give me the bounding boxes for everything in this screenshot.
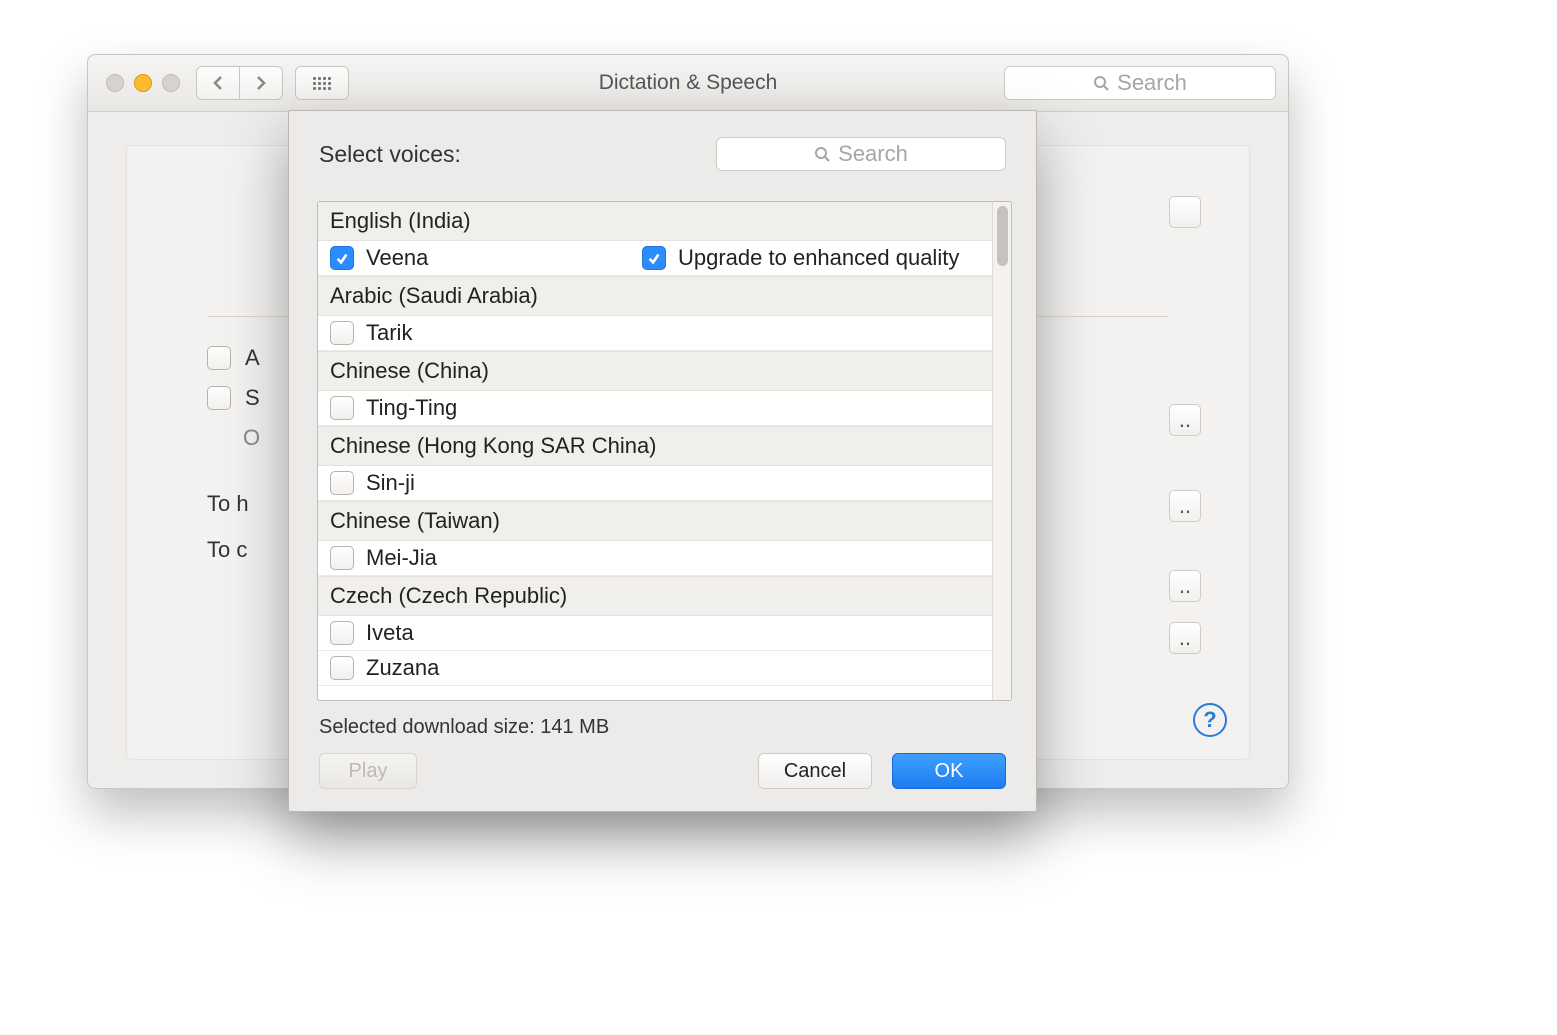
voice-name: Sin-ji bbox=[366, 470, 415, 496]
voice-row[interactable]: Veena Upgrade to enhanced quality bbox=[318, 241, 993, 276]
hint-button-2[interactable]: .. bbox=[1169, 622, 1201, 654]
option-label-1: A bbox=[245, 345, 260, 371]
help-button[interactable]: ? bbox=[1193, 703, 1227, 737]
zoom-window-button[interactable] bbox=[162, 74, 180, 92]
titlebar: Dictation & Speech Search bbox=[88, 55, 1288, 112]
upgrade-label: Upgrade to enhanced quality bbox=[678, 245, 959, 271]
play-label: Play bbox=[349, 760, 388, 783]
chevron-right-icon bbox=[255, 75, 267, 91]
option-label-3: O bbox=[243, 425, 260, 451]
close-window-button[interactable] bbox=[106, 74, 124, 92]
show-all-button[interactable] bbox=[295, 66, 349, 100]
voice-name: Iveta bbox=[366, 620, 414, 646]
select-voices-dialog: Select voices: Search English (India)Vee… bbox=[288, 110, 1037, 812]
voice-row[interactable]: Iveta bbox=[318, 616, 993, 651]
forward-button[interactable] bbox=[240, 66, 283, 100]
option-button-1[interactable] bbox=[1169, 196, 1201, 228]
help-icon: ? bbox=[1203, 707, 1216, 733]
voice-checkbox[interactable] bbox=[330, 246, 354, 270]
cancel-button[interactable]: Cancel bbox=[758, 753, 872, 789]
voices-list-viewport[interactable]: English (India) Veena Upgrade to enhanced … bbox=[318, 202, 993, 700]
voice-row[interactable]: Tarik bbox=[318, 316, 993, 351]
voice-checkbox[interactable] bbox=[330, 471, 354, 495]
voice-checkbox[interactable] bbox=[330, 656, 354, 680]
voice-name: Tarik bbox=[366, 320, 412, 346]
hint-button-1[interactable]: .. bbox=[1169, 570, 1201, 602]
voice-group-header: Chinese (Hong Kong SAR China) bbox=[318, 426, 993, 466]
option-label-2: S bbox=[245, 385, 260, 411]
download-size-label: Selected download size: 141 MB bbox=[319, 716, 609, 739]
voice-checkbox[interactable] bbox=[330, 546, 354, 570]
voice-name: Mei-Jia bbox=[366, 545, 437, 571]
voice-group-header: Arabic (Saudi Arabia) bbox=[318, 276, 993, 316]
voice-name: Zuzana bbox=[366, 655, 439, 681]
search-icon bbox=[1093, 75, 1109, 91]
voice-row[interactable]: Sin-ji bbox=[318, 466, 993, 501]
back-button[interactable] bbox=[196, 66, 240, 100]
voice-group-header: Chinese (Taiwan) bbox=[318, 501, 993, 541]
toolbar-search[interactable]: Search bbox=[1004, 66, 1276, 100]
nav-buttons bbox=[196, 66, 283, 100]
toolbar-search-placeholder: Search bbox=[1117, 70, 1187, 96]
play-button[interactable]: Play bbox=[319, 753, 417, 789]
dialog-heading: Select voices: bbox=[319, 141, 461, 168]
voice-row[interactable]: Zuzana bbox=[318, 651, 993, 686]
voice-checkbox[interactable] bbox=[330, 321, 354, 345]
search-icon bbox=[814, 146, 830, 162]
voice-name: Veena bbox=[366, 245, 428, 271]
dialog-search[interactable]: Search bbox=[716, 137, 1006, 171]
voices-list: English (India) Veena Upgrade to enhanced … bbox=[317, 201, 1012, 701]
voice-checkbox[interactable] bbox=[330, 621, 354, 645]
scroll-track[interactable] bbox=[992, 202, 1011, 700]
voice-row[interactable]: Ting-Ting bbox=[318, 391, 993, 426]
option-button-3[interactable]: .. bbox=[1169, 490, 1201, 522]
voice-checkbox[interactable] bbox=[330, 396, 354, 420]
grid-icon bbox=[312, 76, 332, 91]
scroll-thumb[interactable] bbox=[997, 206, 1008, 266]
option-checkbox-2[interactable] bbox=[207, 386, 231, 410]
option-button-2[interactable]: .. bbox=[1169, 404, 1201, 436]
voice-row[interactable]: Mei-Jia bbox=[318, 541, 993, 576]
voice-group-header: English (India) bbox=[318, 202, 993, 241]
dialog-search-placeholder: Search bbox=[838, 141, 908, 167]
chevron-left-icon bbox=[212, 75, 224, 91]
voice-name: Ting-Ting bbox=[366, 395, 457, 421]
minimize-window-button[interactable] bbox=[134, 74, 152, 92]
window-controls bbox=[106, 74, 180, 92]
cancel-label: Cancel bbox=[784, 760, 846, 783]
dialog-buttons: Cancel OK bbox=[758, 753, 1006, 789]
dialog-header: Select voices: Search bbox=[289, 111, 1036, 175]
ok-label: OK bbox=[935, 760, 964, 783]
voice-group-header: Czech (Czech Republic) bbox=[318, 576, 993, 616]
voice-group-header: Chinese (China) bbox=[318, 351, 993, 391]
ok-button[interactable]: OK bbox=[892, 753, 1006, 789]
upgrade-checkbox[interactable] bbox=[642, 246, 666, 270]
option-checkbox-1[interactable] bbox=[207, 346, 231, 370]
